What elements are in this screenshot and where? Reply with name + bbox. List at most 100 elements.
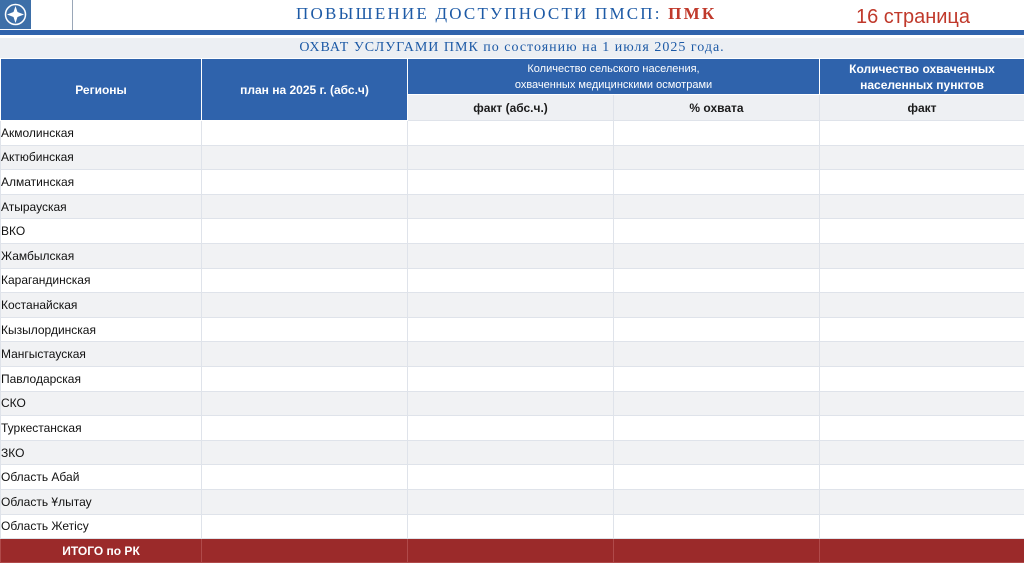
header-settlements-line1: Количество охваченных <box>849 61 995 76</box>
table-cell <box>613 120 820 146</box>
table-row: Атырауская <box>0 193 1024 220</box>
table-cell <box>407 267 614 294</box>
header-coverage: % охвата <box>613 94 820 121</box>
total-cell <box>613 538 820 564</box>
header-divider <box>72 0 73 31</box>
coverage-table: Регионы план на 2025 г. (абс.ч) Количест… <box>0 58 1024 564</box>
table-cell <box>201 341 408 367</box>
table-cell <box>201 488 408 515</box>
table-cell <box>613 341 820 367</box>
table-cell <box>819 365 1024 392</box>
table-cell <box>201 390 408 417</box>
table-cell <box>613 144 820 171</box>
table-cell <box>201 464 408 490</box>
header-rural-population: Количество сельского населения, охваченн… <box>407 58 820 95</box>
region-name: Кызылординская <box>0 316 202 343</box>
table-cell <box>201 144 408 171</box>
table-cell <box>201 218 408 244</box>
table-cell <box>201 242 408 269</box>
total-cell <box>407 538 614 564</box>
total-cell <box>819 538 1024 564</box>
region-name: Акмолинская <box>0 120 202 146</box>
table-cell <box>201 316 408 343</box>
table-cell <box>407 316 614 343</box>
table-cell <box>819 218 1024 244</box>
table-row: Костанайская <box>0 292 1024 318</box>
table-cell <box>613 267 820 294</box>
table-cell <box>407 439 614 466</box>
table-cell <box>201 193 408 220</box>
table-cell <box>613 390 820 417</box>
table-cell <box>201 365 408 392</box>
region-name: Область Ұлытау <box>0 488 202 515</box>
region-name: Атырауская <box>0 193 202 220</box>
table-cell <box>613 218 820 244</box>
table-cell <box>407 144 614 171</box>
table-cell <box>407 390 614 417</box>
title-accent: ПМК <box>668 4 717 23</box>
region-name: Костанайская <box>0 292 202 318</box>
table-cell <box>819 341 1024 367</box>
header-regions: Регионы <box>0 58 202 121</box>
table-cell <box>613 439 820 466</box>
table-cell <box>613 316 820 343</box>
table-cell <box>613 193 820 220</box>
table-cell <box>819 316 1024 343</box>
region-name: Карагандинская <box>0 267 202 294</box>
table-cell <box>819 439 1024 466</box>
header-plan: план на 2025 г. (абс.ч) <box>201 58 408 121</box>
table-row: Мангыстауская <box>0 341 1024 367</box>
table-cell <box>819 169 1024 195</box>
table-cell <box>407 464 614 490</box>
table-cell <box>819 292 1024 318</box>
table-subtitle: ОХВАТ УСЛУГАМИ ПМК по состоянию на 1 июл… <box>0 38 1024 58</box>
table-cell <box>201 439 408 466</box>
table-row: ЗКО <box>0 439 1024 466</box>
table-cell <box>613 513 820 540</box>
table-cell <box>407 169 614 195</box>
table-cell <box>819 267 1024 294</box>
table-row: ВКО <box>0 218 1024 244</box>
region-name: Павлодарская <box>0 365 202 392</box>
table-cell <box>407 488 614 515</box>
region-name: Жамбылская <box>0 242 202 269</box>
table-cell <box>819 390 1024 417</box>
table-row: Жамбылская <box>0 242 1024 269</box>
page-title: ПОВЫШЕНИЕ ДОСТУПНОСТИ ПМСП: ПМК <box>296 4 716 24</box>
title-main: ПОВЫШЕНИЕ ДОСТУПНОСТИ ПМСП: <box>296 4 662 23</box>
table-cell <box>407 365 614 392</box>
table-cell <box>407 193 614 220</box>
region-name: Область Абай <box>0 464 202 490</box>
table-cell <box>201 120 408 146</box>
region-name: Алматинская <box>0 169 202 195</box>
region-name: Туркестанская <box>0 415 202 441</box>
table-cell <box>819 488 1024 515</box>
table-cell <box>613 292 820 318</box>
header-fact-settlements: факт <box>819 94 1024 121</box>
table-cell <box>201 513 408 540</box>
region-name: Область Жетісу <box>0 513 202 540</box>
region-name: Актюбинская <box>0 144 202 171</box>
table-cell <box>819 144 1024 171</box>
table-cell <box>407 513 614 540</box>
table-cell <box>819 242 1024 269</box>
table-cell <box>613 365 820 392</box>
table-row: Павлодарская <box>0 365 1024 392</box>
region-name: ЗКО <box>0 439 202 466</box>
table-cell <box>613 169 820 195</box>
header-bar <box>0 30 1024 35</box>
table-cell <box>201 267 408 294</box>
table-cell <box>613 415 820 441</box>
table-cell <box>201 292 408 318</box>
total-cell <box>201 538 408 564</box>
table-cell <box>613 242 820 269</box>
table-cell <box>407 341 614 367</box>
header-settlements: Количество охваченных населенных пунктов <box>819 58 1024 95</box>
emblem-logo <box>0 0 31 29</box>
table-row: Карагандинская <box>0 267 1024 294</box>
table-cell <box>819 193 1024 220</box>
table-cell <box>201 169 408 195</box>
table-row: Алматинская <box>0 169 1024 195</box>
region-name: СКО <box>0 390 202 417</box>
table-cell <box>407 218 614 244</box>
